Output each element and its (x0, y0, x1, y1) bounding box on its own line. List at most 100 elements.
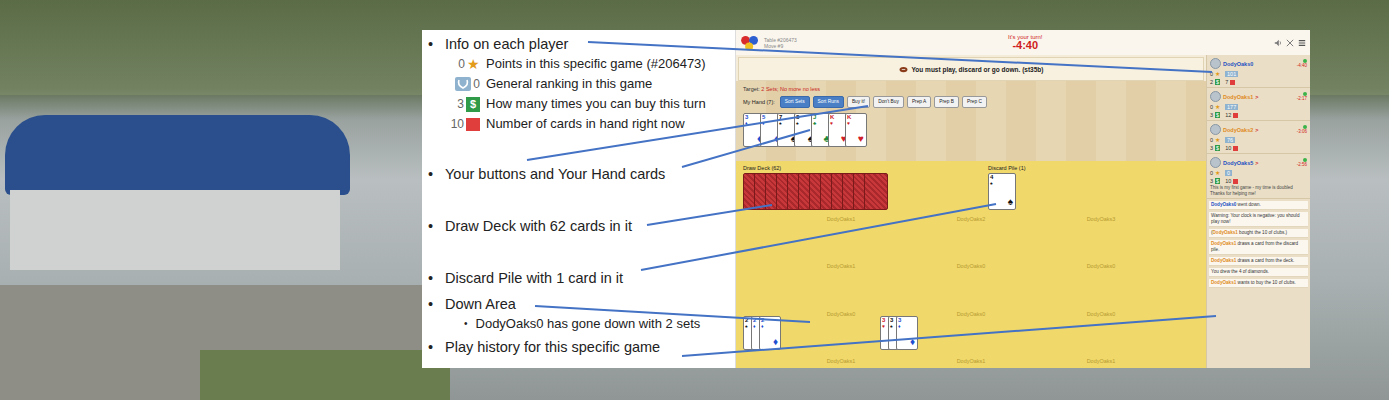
play-history: DodyOaks0 went down. Warning: Your clock … (1207, 199, 1310, 368)
note-item: • Discard Pile with 1 card in it (428, 268, 735, 288)
game-button[interactable]: Prep B (934, 96, 959, 108)
seat-label: DodyOaks2 (906, 216, 1036, 222)
avatar-icon (1210, 91, 1221, 102)
bullet: • (428, 164, 436, 184)
annotation-lines (0, 0, 1389, 400)
draw-deck[interactable]: Draw Deck (62) (743, 165, 988, 210)
avatar-icon (1210, 157, 1221, 168)
table-id: Table #206473 (764, 37, 1004, 43)
game-button[interactable]: Prep C (962, 96, 987, 108)
legend-row: 0 General ranking in this game (428, 74, 735, 94)
annotation-line (641, 204, 996, 270)
seat-label: DodyOaks1 (906, 358, 1036, 364)
player-card[interactable]: DodyOaks1 > -2:17 0★ 177 3$ 12 (1207, 88, 1310, 121)
bullet: • (428, 216, 436, 236)
turn-clock: -4:40 (1012, 40, 1038, 51)
history-entry: Warning: Your clock is negative: you sho… (1209, 212, 1308, 227)
target: Target: 2 Sets; No more no less (743, 86, 1199, 92)
playing-card[interactable]: K ♥ ♥ (845, 113, 867, 147)
card-back (864, 173, 888, 210)
move-number: Move #9 (764, 43, 1004, 49)
bullet: • (428, 337, 436, 357)
seat-labels: DodyOaks1DodyOaks2DodyOaks3DodyOaks1Dody… (776, 216, 1166, 364)
bullet: • (428, 34, 436, 54)
sub-note: • DodyOaks0 has gone down with 2 sets (428, 314, 735, 334)
note-text: Play history for this specific game (445, 337, 660, 357)
status-dot (1303, 59, 1307, 63)
laurel-icon (455, 77, 471, 91)
avatar-icon (1210, 58, 1221, 69)
game-header: Table #206473 Move #9 It's your turn! -4… (736, 30, 1310, 55)
down-area: 2 ♠ ♠2 ♦ ♦2 ♦ ♦ 3 ♥ ♥3 ♠ ♠3 ♦ ♦ (743, 316, 1199, 350)
annotation-line (588, 42, 1212, 72)
discard-pile[interactable]: Discard Pile (1) 4 ♠ ♠ (988, 165, 1199, 210)
game-button[interactable]: Buy it! (847, 96, 870, 108)
seat-label: DodyOaks1 (776, 263, 906, 269)
hand-cards: 3 ♦ ♦5 ♦ ♦7 ♠ ♠8 ♠ ♠J ♣ ♣K ♥ ♥K ♥ ♥ (743, 113, 1199, 147)
history-entry: DodyOaks1 draws a card from the deck. (1209, 257, 1308, 266)
meld: 2 ♠ ♠2 ♦ ♦2 ♦ ♦ (743, 316, 781, 350)
game-button[interactable]: Prep A (907, 96, 931, 108)
bullet: • (428, 294, 436, 314)
player-card[interactable]: DodyOaks0 -4:40 0★ 101 2$ 7 (1207, 55, 1310, 88)
logo-icon (740, 35, 760, 51)
history-entry: You drew the 4 of diamonds. (1209, 268, 1308, 277)
menu-icon[interactable] (1298, 39, 1306, 47)
meld: 3 ♥ ♥3 ♠ ♠3 ♦ ♦ (880, 316, 918, 350)
note-text: Info on each player (445, 34, 568, 54)
tutorial-panel: • Info on each player 0 ★ Points in this… (422, 30, 1310, 368)
note-text: Your buttons and Your Hand cards (445, 164, 665, 184)
annotation-line (647, 205, 772, 225)
playing-card[interactable]: 3 ♦ ♦ (896, 316, 918, 350)
player-card[interactable]: DodyOaks2 > -3:06 0★ 76 3$ 10 (1207, 121, 1310, 154)
status-dot (1303, 158, 1307, 162)
seat-label: DodyOaks1 (776, 358, 906, 364)
history-entry: DodyOaks0 went down. (1209, 201, 1308, 210)
annotation-line (535, 306, 810, 322)
game-screenshot: Table #206473 Move #9 It's your turn! -4… (735, 30, 1310, 368)
message-bar: You must play, discard or go down. (st35… (738, 57, 1204, 81)
game-button[interactable]: Don't Buy (873, 96, 904, 108)
star-icon: ★ (467, 54, 480, 74)
history-entry: (DodyOaks1 bought the 10 of clubs.) (1209, 229, 1308, 238)
playing-card[interactable]: 4 ♠ ♠ (988, 173, 1016, 210)
legend-row: 3 $ How many times you can buy this turn (428, 94, 735, 114)
note-text: Draw Deck with 62 cards in it (445, 216, 632, 236)
player-card[interactable]: DodyOaks5 > -2:56 0★ 0 3$ 10 This is my … (1207, 154, 1310, 199)
legend-row: 0 ★ Points in this specific game (#20647… (428, 54, 735, 74)
seat-label: DodyOaks3 (1036, 216, 1166, 222)
speaker-icon[interactable] (1274, 39, 1282, 47)
hand-area: Target: 2 Sets; No more no less My Hand … (736, 81, 1206, 161)
player-note: This is my first game - my time is doubl… (1210, 185, 1307, 196)
annotation-line (682, 130, 810, 167)
bullet: • (428, 268, 436, 288)
playing-card[interactable]: 2 ♦ ♦ (759, 316, 781, 350)
hand-label: My Hand (7): (743, 99, 775, 105)
seat-label: DodyOaks0 (906, 311, 1036, 317)
annotation-line (527, 106, 868, 160)
ball-icon (899, 66, 908, 73)
note-item: • Down Area • DodyOaks0 has gone down wi… (428, 294, 735, 334)
history-entry: DodyOaks1 wants to buy the 10 of clubs. (1209, 279, 1308, 288)
legend-row: 10 Number of cards in hand right now (428, 114, 735, 134)
history-entry: DodyOaks1 draws a card from the discard … (1209, 240, 1308, 255)
game-button[interactable]: Sort Sets (780, 96, 810, 108)
note-item: • Draw Deck with 62 cards in it (428, 216, 735, 236)
seat-label: DodyOaks0 (906, 263, 1036, 269)
player-sidebar: DodyOaks0 -4:40 0★ 101 2$ 7 DodyOaks1 > … (1206, 55, 1310, 368)
table-area: DodyOaks1DodyOaks2DodyOaks3DodyOaks1Dody… (736, 161, 1206, 368)
seat-label: DodyOaks1 (776, 216, 906, 222)
seat-label: DodyOaks0 (1036, 311, 1166, 317)
note-item: • Play history for this specific game (428, 337, 735, 357)
avatar-icon (1210, 124, 1221, 135)
tutorial-slide: • Info on each player 0 ★ Points in this… (0, 0, 1389, 400)
status-dot (1303, 125, 1307, 129)
cards-icon (466, 118, 480, 131)
game-button[interactable]: Sort Runs (813, 96, 844, 108)
status-dot (1303, 92, 1307, 96)
money-icon: $ (466, 97, 480, 112)
note-item: • Your buttons and Your Hand cards (428, 164, 735, 184)
seat-label: DodyOaks1 (1036, 358, 1166, 364)
note-text: Down Area (445, 294, 516, 314)
fullscreen-icon[interactable] (1286, 39, 1294, 47)
